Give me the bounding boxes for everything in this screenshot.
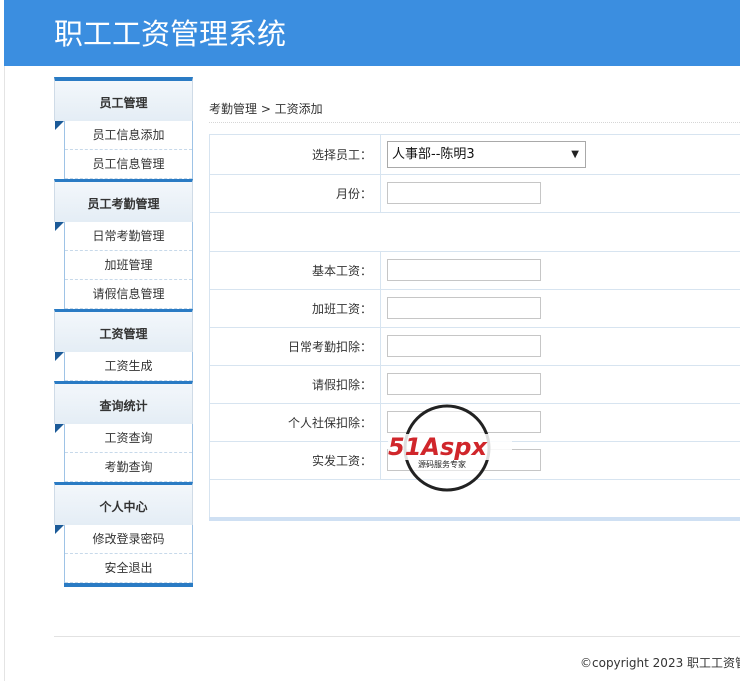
corner-marker <box>55 352 64 361</box>
sidebar-items: 工资生成 <box>55 352 193 381</box>
social-label-text: 个人社保扣除： <box>287 416 372 430</box>
overtime-label: 加班工资： <box>210 290 381 327</box>
sidebar-group-salary: 工资管理 工资生成 <box>54 309 193 381</box>
social-label: 个人社保扣除： <box>210 404 381 441</box>
corner-marker <box>55 424 64 433</box>
watermark-brand: 51Aspx <box>388 433 488 461</box>
sidebar-item-employee-manage[interactable]: 员工信息管理 <box>65 150 192 179</box>
dropdown-arrow-icon: ▼ <box>571 149 579 160</box>
sidebar-item-employee-add[interactable]: 员工信息添加 <box>65 121 192 150</box>
form-row-month: 月份： <box>210 175 740 213</box>
attendance-label: 日常考勤扣除： <box>210 328 381 365</box>
corner-marker <box>55 525 64 534</box>
footer-copyright: ©copyright 2023 职工工资管 <box>580 656 740 670</box>
form-bottom-bar <box>209 517 740 521</box>
app-title: 职工工资管理系统 <box>54 17 287 51</box>
form-row-base: 基本工资： <box>210 252 740 290</box>
sidebar-group-personal: 个人中心 修改登录密码 安全退出 <box>54 482 193 583</box>
base-salary-input[interactable] <box>387 259 541 281</box>
corner-marker <box>55 121 64 130</box>
sidebar-item-salary-query[interactable]: 工资查询 <box>65 424 192 453</box>
sidebar-items: 修改登录密码 安全退出 <box>55 525 193 583</box>
attendance-label-text: 日常考勤扣除： <box>287 340 372 354</box>
sidebar-group-query: 查询统计 工资查询 考勤查询 <box>54 381 193 482</box>
overtime-salary-input[interactable] <box>387 297 541 319</box>
leave-deduction-input[interactable] <box>387 373 541 395</box>
form-row-blank <box>210 213 740 252</box>
blank-label <box>210 213 380 251</box>
employee-label-text: 选择员工： <box>311 148 372 162</box>
sidebar-group-title[interactable]: 工资管理 <box>54 309 193 352</box>
footer-divider <box>54 636 740 637</box>
employee-select-value: 人事部--陈明3 <box>392 147 475 162</box>
attendance-deduction-input[interactable] <box>387 335 541 357</box>
sidebar-group-title[interactable]: 员工考勤管理 <box>54 179 193 222</box>
sidebar-group-attendance: 员工考勤管理 日常考勤管理 加班管理 请假信息管理 <box>54 179 193 309</box>
watermark-tagline: 源码服务专家 <box>418 459 466 469</box>
sidebar-group-title[interactable]: 员工管理 <box>54 77 193 121</box>
leave-label: 请假扣除： <box>210 366 381 403</box>
sidebar-items: 日常考勤管理 加班管理 请假信息管理 <box>55 222 193 309</box>
sidebar-item-overtime[interactable]: 加班管理 <box>65 251 192 280</box>
sidebar-item-attendance-query[interactable]: 考勤查询 <box>65 453 192 482</box>
sidebar-group-employee: 员工管理 员工信息添加 员工信息管理 <box>54 77 193 179</box>
sidebar: 员工管理 员工信息添加 员工信息管理 员工考勤管理 日常考勤管理 加班管理 请假… <box>54 77 193 587</box>
leave-label-text: 请假扣除： <box>311 378 372 392</box>
watermark-logo: 51Aspx 源码服务专家 <box>388 404 512 492</box>
corner-marker <box>55 222 64 231</box>
sidebar-items: 员工信息添加 员工信息管理 <box>55 121 193 179</box>
sidebar-item-leave[interactable]: 请假信息管理 <box>65 280 192 309</box>
employee-label: 选择员工： <box>210 135 381 174</box>
divider <box>209 122 740 123</box>
month-label-text: 月份： <box>335 187 372 201</box>
base-label-text: 基本工资： <box>311 264 372 278</box>
form-row-attendance: 日常考勤扣除： <box>210 328 740 366</box>
overtime-label-text: 加班工资： <box>311 302 372 316</box>
base-label: 基本工资： <box>210 252 381 289</box>
sidebar-item-salary-generate[interactable]: 工资生成 <box>65 352 192 381</box>
sidebar-group-title[interactable]: 个人中心 <box>54 482 193 525</box>
form-row-leave: 请假扣除： <box>210 366 740 404</box>
breadcrumb: 考勤管理 > 工资添加 <box>209 102 323 116</box>
sidebar-item-change-password[interactable]: 修改登录密码 <box>65 525 192 554</box>
employee-select[interactable]: 人事部--陈明3 ▼ <box>387 141 586 168</box>
sidebar-bottom-bar <box>64 583 193 587</box>
left-edge <box>0 66 5 681</box>
sidebar-item-daily-attendance[interactable]: 日常考勤管理 <box>65 222 192 251</box>
actual-label: 实发工资： <box>210 442 381 479</box>
sidebar-group-title[interactable]: 查询统计 <box>54 381 193 424</box>
sidebar-items: 工资查询 考勤查询 <box>55 424 193 482</box>
month-label: 月份： <box>210 175 381 212</box>
actual-label-text: 实发工资： <box>311 454 372 468</box>
sidebar-item-logout[interactable]: 安全退出 <box>65 554 192 583</box>
form-row-overtime: 加班工资： <box>210 290 740 328</box>
month-input[interactable] <box>387 182 541 204</box>
app-header: 职工工资管理系统 <box>4 0 740 66</box>
form-row-employee: 选择员工： 人事部--陈明3 ▼ <box>210 135 740 175</box>
